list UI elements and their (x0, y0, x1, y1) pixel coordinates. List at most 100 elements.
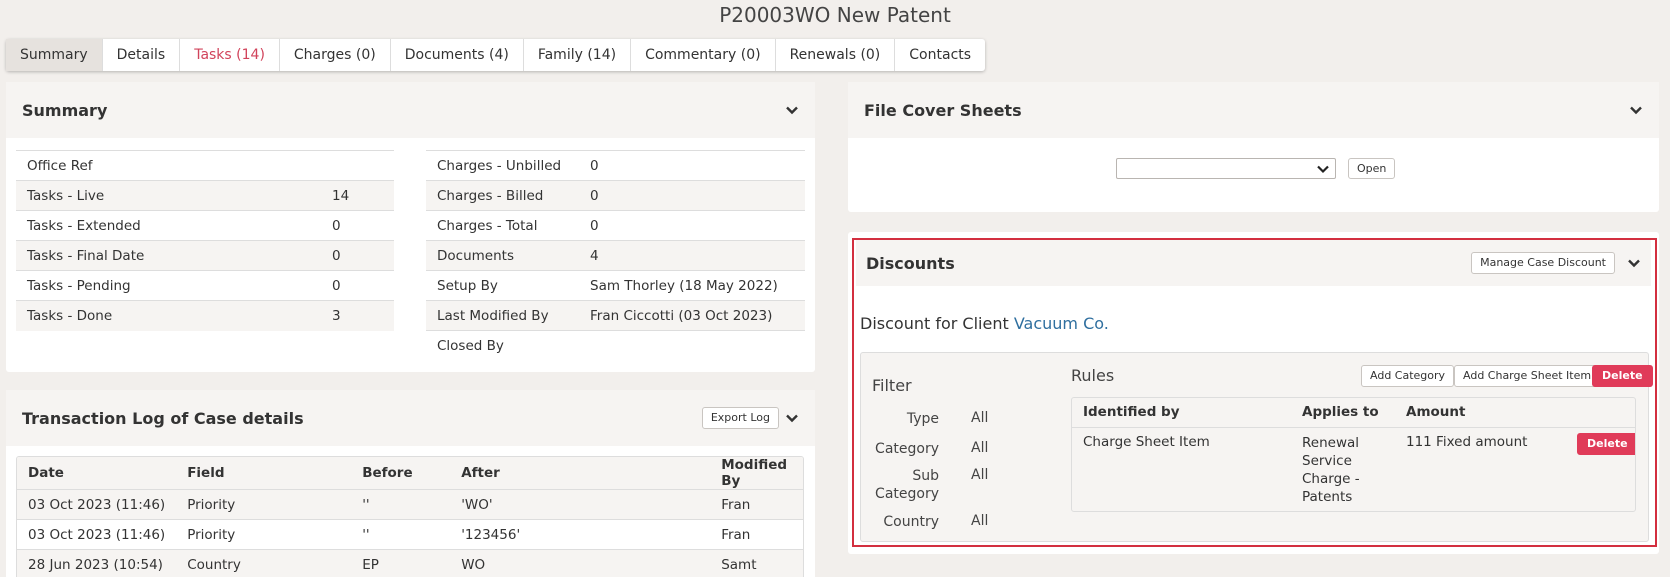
transaction-log-table-wrap: Date Field Before After Modified By 03 O… (16, 456, 804, 577)
tab-renewals[interactable]: Renewals (0) (776, 39, 896, 71)
rules-title: Rules (1071, 366, 1115, 385)
delete-rules-button[interactable]: Delete (1592, 365, 1653, 387)
manage-case-discount-button[interactable]: Manage Case Discount (1471, 252, 1615, 274)
summary-right-table: Charges - Unbilled 0 Charges - Billed 0 Ch… (426, 150, 805, 361)
summary-label: Tasks - Pending (16, 270, 321, 301)
cell-before: '' (351, 489, 451, 520)
summary-label: Tasks - Final Date (16, 240, 321, 271)
cell-modified-by: Samt (710, 549, 803, 577)
column-header[interactable]: After (450, 457, 711, 490)
rules-header-row: Identified by Applies to Amount (1072, 398, 1635, 428)
summary-value: 0 (321, 270, 394, 301)
table-row: Setup By Sam Thorley (18 May 2022) (426, 270, 805, 301)
table-row: Charges - Billed 0 (426, 180, 805, 211)
column-header[interactable]: Date (17, 457, 177, 490)
open-button[interactable]: Open (1348, 158, 1396, 179)
summary-label: Documents (426, 240, 579, 271)
discount-rules-box: Filter Type All Category All Sub Categor… (860, 352, 1653, 542)
file-cover-header: File Cover Sheets (848, 82, 1659, 138)
table-row: Tasks - Done 3 (16, 300, 394, 331)
summary-left-table: Office Ref Tasks - Live 14 Tasks - Extend… (16, 150, 394, 331)
table-row: Tasks - Pending 0 (16, 270, 394, 301)
filter-label: Type (906, 411, 939, 427)
discounts-header: Discounts Manage Case Discount (856, 240, 1651, 286)
table-row[interactable]: 03 Oct 2023 (11:46) Priority '' '123456'… (17, 519, 803, 550)
chevron-down-icon[interactable] (1627, 256, 1641, 270)
summary-label: Last Modified By (426, 300, 579, 331)
summary-label: Charges - Total (426, 210, 579, 241)
column-header[interactable]: Identified by (1083, 404, 1180, 420)
client-link[interactable]: Vacuum Co. (1014, 314, 1109, 333)
filter-value: All (971, 440, 989, 456)
tab-charges[interactable]: Charges (0) (280, 39, 391, 71)
table-row: Charges - Unbilled 0 (426, 150, 805, 181)
table-row: Office Ref (16, 150, 394, 181)
discounts-title: Discounts (866, 253, 955, 273)
summary-label: Setup By (426, 270, 579, 301)
discounts-panel: Discounts Manage Case Discount Discount … (848, 232, 1659, 554)
filter-value: All (971, 410, 989, 426)
table-row[interactable]: 03 Oct 2023 (11:46) Priority '' 'WO' Fra… (17, 489, 803, 520)
column-header[interactable]: Applies to (1302, 404, 1379, 420)
table-row[interactable]: 28 Jun 2023 (10:54) Country EP WO Samt (17, 549, 803, 577)
export-log-button[interactable]: Export Log (701, 407, 779, 429)
summary-title: Summary (22, 100, 108, 120)
table-row: Tasks - Extended 0 (16, 210, 394, 241)
table-row: Last Modified By Fran Ciccotti (03 Oct 20… (426, 300, 805, 331)
filter-label: Sub Category (875, 468, 939, 502)
tab-documents[interactable]: Documents (4) (391, 39, 524, 71)
cell-date: 03 Oct 2023 (11:46) (17, 519, 177, 550)
summary-value: Sam Thorley (18 May 2022) (579, 270, 805, 301)
summary-label: Tasks - Live (16, 180, 321, 211)
cell-field: Priority (176, 489, 352, 520)
cell-applies-to: Renewal Service Charge - Patents (1302, 435, 1360, 505)
summary-label: Charges - Billed (426, 180, 579, 211)
transaction-log-table: Date Field Before After Modified By 03 O… (17, 457, 803, 577)
summary-value: 3 (321, 300, 394, 331)
tab-commentary[interactable]: Commentary (0) (631, 39, 776, 71)
cell-before: EP (351, 549, 451, 577)
summary-label: Charges - Unbilled (426, 150, 579, 181)
tab-bar: Summary Details Tasks (14) Charges (0) D… (6, 39, 986, 71)
cell-field: Priority (176, 519, 352, 550)
add-category-button[interactable]: Add Category (1361, 365, 1455, 387)
chevron-down-icon[interactable] (1629, 103, 1643, 117)
summary-value: 0 (321, 240, 394, 271)
tab-tasks[interactable]: Tasks (14) (180, 39, 280, 71)
table-row[interactable]: Charge Sheet Item Renewal Service Charge… (1072, 429, 1635, 511)
column-header[interactable]: Amount (1406, 404, 1465, 420)
transaction-log-panel: Transaction Log of Case details Export L… (6, 390, 815, 577)
table-row: Tasks - Live 14 (16, 180, 394, 211)
tab-family[interactable]: Family (14) (524, 39, 632, 71)
cell-date: 03 Oct 2023 (11:46) (17, 489, 177, 520)
rules-table: Identified by Applies to Amount Charge S… (1071, 397, 1636, 512)
cell-after: 'WO' (450, 489, 711, 520)
column-header[interactable]: Field (176, 457, 352, 490)
cell-before: '' (351, 519, 451, 550)
summary-value (321, 150, 394, 181)
tab-contacts[interactable]: Contacts (895, 39, 985, 71)
cover-sheet-select[interactable] (1116, 158, 1336, 179)
table-row: Charges - Total 0 (426, 210, 805, 241)
filter-label: Country (883, 514, 939, 530)
filter-value: All (971, 467, 989, 483)
tab-summary[interactable]: Summary (6, 39, 103, 71)
summary-panel: Summary Office Ref Tasks - Live 14 Tasks … (6, 82, 815, 372)
chevron-down-icon[interactable] (785, 411, 799, 425)
cell-after: WO (450, 549, 711, 577)
summary-header: Summary (6, 82, 815, 138)
summary-value: 0 (321, 210, 394, 241)
filter-title: Filter (872, 376, 912, 395)
column-header[interactable]: Before (351, 457, 451, 490)
cell-field: Country (176, 549, 352, 577)
discount-client-line: Discount for Client Vacuum Co. (860, 314, 1109, 333)
delete-rule-button[interactable]: Delete (1577, 433, 1635, 455)
file-cover-panel: File Cover Sheets Open (848, 82, 1659, 212)
chevron-down-icon[interactable] (785, 103, 799, 117)
column-header[interactable]: Modified By (710, 457, 803, 490)
filter-label: Category (875, 441, 939, 457)
add-charge-sheet-item-button[interactable]: Add Charge Sheet Item (1454, 365, 1601, 387)
cell-amount: 111 Fixed amount (1406, 434, 1528, 450)
tab-details[interactable]: Details (103, 39, 181, 71)
summary-value: 14 (321, 180, 394, 211)
